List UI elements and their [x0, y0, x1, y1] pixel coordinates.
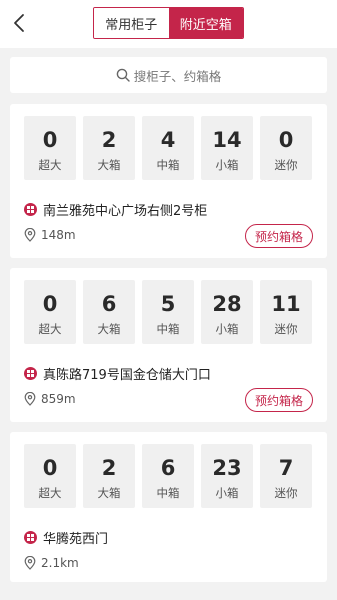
- box-size-tile-mini: 0 迷你: [260, 116, 312, 180]
- cabinet-name: 华腾苑西门: [43, 532, 109, 547]
- search-icon: [116, 68, 130, 82]
- box-size-label: 迷你: [274, 158, 298, 172]
- box-size-tile-medium: 5 中箱: [142, 280, 194, 344]
- box-size-tile-large: 2 大箱: [83, 444, 135, 508]
- box-size-tile-xl: 0 超大: [24, 280, 76, 344]
- cabinet-name: 南兰雅苑中心广场右侧2号柜: [43, 204, 208, 219]
- box-size-tile-small: 23 小箱: [201, 444, 253, 508]
- box-size-label: 大箱: [97, 322, 121, 336]
- box-size-label: 大箱: [97, 158, 121, 172]
- distance-row: 859m: [24, 392, 76, 406]
- box-count: 2: [101, 456, 117, 480]
- location-pin-icon: [24, 228, 36, 242]
- box-size-tile-large: 2 大箱: [83, 116, 135, 180]
- box-count: 7: [278, 456, 294, 480]
- chevron-left-icon: [14, 14, 24, 32]
- distance-text: 2.1km: [41, 556, 79, 570]
- distance-text: 859m: [41, 392, 76, 406]
- box-size-label: 中箱: [156, 486, 180, 500]
- cabinet-card[interactable]: 0 超大 2 大箱 4 中箱 14 小箱 0 迷你 南兰雅苑中心广场右侧2号柜 148m …: [10, 104, 327, 258]
- box-size-tile-large: 6 大箱: [83, 280, 135, 344]
- box-size-tile-mini: 11 迷你: [260, 280, 312, 344]
- tab-switcher: 常用柜子 附近空箱: [93, 7, 244, 39]
- top-bar: 常用柜子 附近空箱: [0, 0, 337, 48]
- box-size-label: 中箱: [156, 158, 180, 172]
- cabinet-icon: [24, 531, 37, 544]
- box-size-label: 超大: [38, 486, 62, 500]
- distance-row: 2.1km: [24, 556, 79, 570]
- cabinet-icon: [24, 367, 37, 380]
- box-count: 6: [101, 292, 117, 316]
- box-size-label: 小箱: [215, 158, 239, 172]
- box-size-label: 小箱: [215, 486, 239, 500]
- box-count: 14: [212, 128, 242, 152]
- reserve-box-button[interactable]: 预约箱格: [245, 388, 313, 412]
- box-count: 0: [42, 456, 58, 480]
- distance-row: 148m: [24, 228, 76, 242]
- box-count: 28: [212, 292, 242, 316]
- box-size-label: 中箱: [156, 322, 180, 336]
- search-input[interactable]: 搜柜子、约箱格: [10, 57, 327, 93]
- cabinet-icon: [24, 203, 37, 216]
- cabinet-name-row: 真陈路719号国金仓储大门口: [24, 364, 211, 383]
- box-availability: 0 超大 6 大箱 5 中箱 28 小箱 11 迷你: [24, 280, 312, 344]
- cabinet-name: 真陈路719号国金仓储大门口: [43, 368, 211, 383]
- cabinet-card[interactable]: 0 超大 6 大箱 5 中箱 28 小箱 11 迷你 真陈路719号国金仓储大门口 859…: [10, 268, 327, 422]
- box-availability: 0 超大 2 大箱 6 中箱 23 小箱 7 迷你: [24, 444, 312, 508]
- search-placeholder: 搜柜子、约箱格: [133, 68, 222, 84]
- box-size-tile-xl: 0 超大: [24, 444, 76, 508]
- reserve-box-button[interactable]: 预约箱格: [245, 224, 313, 248]
- box-size-tile-small: 14 小箱: [201, 116, 253, 180]
- box-size-tile-small: 28 小箱: [201, 280, 253, 344]
- box-size-tile-xl: 0 超大: [24, 116, 76, 180]
- box-size-tile-medium: 4 中箱: [142, 116, 194, 180]
- tab-frequent-cabinets[interactable]: 常用柜子: [94, 8, 169, 38]
- back-button[interactable]: [8, 10, 30, 36]
- box-size-label: 大箱: [97, 486, 121, 500]
- box-size-tile-mini: 7 迷你: [260, 444, 312, 508]
- box-count: 4: [160, 128, 176, 152]
- distance-text: 148m: [41, 228, 76, 242]
- box-count: 0: [42, 292, 58, 316]
- cabinet-name-row: 华腾苑西门: [24, 528, 108, 547]
- box-count: 23: [212, 456, 242, 480]
- cabinet-card[interactable]: 0 超大 2 大箱 6 中箱 23 小箱 7 迷你 华腾苑西门 2.1km: [10, 432, 327, 582]
- box-size-label: 超大: [38, 158, 62, 172]
- box-size-label: 迷你: [274, 486, 298, 500]
- box-size-tile-medium: 6 中箱: [142, 444, 194, 508]
- box-count: 2: [101, 128, 117, 152]
- box-count: 5: [160, 292, 176, 316]
- box-count: 11: [271, 292, 301, 316]
- box-count: 0: [42, 128, 58, 152]
- location-pin-icon: [24, 556, 36, 570]
- tab-nearby-empty-boxes[interactable]: 附近空箱: [168, 8, 243, 38]
- box-count: 6: [160, 456, 176, 480]
- box-availability: 0 超大 2 大箱 4 中箱 14 小箱 0 迷你: [24, 116, 312, 180]
- box-size-label: 超大: [38, 322, 62, 336]
- location-pin-icon: [24, 392, 36, 406]
- box-size-label: 小箱: [215, 322, 239, 336]
- box-count: 0: [278, 128, 294, 152]
- box-size-label: 迷你: [274, 322, 298, 336]
- cabinet-name-row: 南兰雅苑中心广场右侧2号柜: [24, 200, 207, 219]
